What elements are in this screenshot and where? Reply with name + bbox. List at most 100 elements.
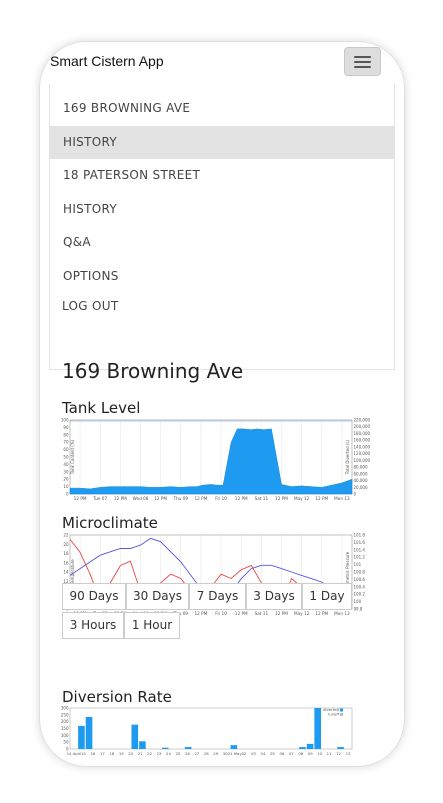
- x-tick-label: 27: [194, 751, 199, 756]
- range-30-days-button[interactable]: 30 Days: [126, 583, 189, 610]
- legend-swatch-diverted: [340, 708, 343, 712]
- diverted-bar: [337, 747, 344, 749]
- x-tick-label: 07: [289, 751, 294, 756]
- diverted-bar: [230, 745, 238, 749]
- diverted-bar: [299, 747, 306, 749]
- x-tick-label: 06: [279, 751, 284, 756]
- menu-item-options[interactable]: OPTIONS: [50, 260, 394, 293]
- navbar: Smart Cistern App: [40, 42, 404, 84]
- x-tick-label: 03: [251, 751, 256, 756]
- y2-tick-label: 101: [354, 562, 362, 567]
- y2-tick-label: 101.2: [354, 555, 366, 560]
- menu-item-18-paterson-street[interactable]: 18 PATERSON STREET: [50, 159, 394, 192]
- x-tick-label: 12 PM: [195, 611, 208, 616]
- x-tick-label: May 12: [294, 611, 310, 616]
- y-tick-label: 0: [66, 492, 69, 497]
- y2-tick-label: 140,000: [354, 444, 371, 449]
- menu-item-169-browning-ave[interactable]: 169 BROWNING AVE: [50, 92, 394, 125]
- x-tick-label: 11: [327, 751, 332, 756]
- x-tick-label: 05: [270, 751, 275, 756]
- range-1-day-button[interactable]: 1 Day: [302, 583, 352, 610]
- y-tick-label: 50: [63, 740, 69, 745]
- tank-level-title: Tank Level: [62, 399, 141, 417]
- x-tick-label: Mon 13: [334, 496, 350, 501]
- diversion-rate-title: Diversion Rate: [62, 688, 172, 706]
- x-tick-label: 26: [185, 751, 190, 756]
- diverted-bar: [131, 724, 139, 749]
- y-tick-label: 200: [61, 719, 69, 724]
- diversion-rate-chart: 0 50 100 150 200 250 300 14 April 15 16 17 18 19 20 21…: [60, 705, 376, 763]
- range-3-hours-button[interactable]: 3 Hours: [62, 612, 124, 639]
- x-tick-label: 12 PM: [154, 496, 167, 501]
- app-title[interactable]: Smart Cistern App: [50, 53, 164, 69]
- tank-level-chart: 12 PM Tue 07 12 PM Wed 08 12 PM Thu 09 12 PM Fr…: [60, 416, 376, 506]
- y2-tick-label: 220,000: [354, 418, 371, 423]
- x-tick-label: 12 PM: [195, 496, 208, 501]
- x-tick-label: 15: [81, 751, 86, 756]
- range-90-days-button[interactable]: 90 Days: [62, 583, 126, 610]
- x-tick-label: 01 May: [228, 751, 243, 756]
- x-tick-label: 10: [317, 751, 322, 756]
- x-tick-label: Sat 11: [255, 496, 269, 501]
- y2-tick-label: 60,000: [354, 471, 368, 476]
- y-tick-label: 18: [63, 551, 69, 556]
- diverted-bar: [306, 743, 314, 749]
- y2-tick-label: 99.8: [354, 607, 363, 612]
- x-tick-label: 12 PM: [114, 496, 127, 501]
- page-title: 169 Browning Ave: [62, 359, 244, 383]
- menu-item-history-2[interactable]: HISTORY: [50, 193, 394, 226]
- menu-item-log-out[interactable]: LOG OUT: [50, 290, 394, 323]
- x-tick-label: Sat 11: [255, 611, 269, 616]
- y-tick-label: 30: [63, 469, 69, 474]
- x-tick-label: 19: [119, 751, 124, 756]
- x-tick-label: 09: [308, 751, 313, 756]
- x-tick-label: 18: [109, 751, 114, 756]
- legend-swatch-runoff: [340, 713, 343, 716]
- y-tick-label: 150: [61, 726, 69, 731]
- range-3-days-button[interactable]: 3 Days: [246, 583, 302, 610]
- x-tick-label: Fri 10: [215, 496, 227, 501]
- x-tick-label: 12 PM: [315, 611, 328, 616]
- diverted-bar: [78, 725, 85, 749]
- y-tick-label: 22: [63, 533, 69, 538]
- x-tick-label: Tue 07: [92, 496, 107, 501]
- y2-tick-label: 100.6: [354, 577, 366, 582]
- y2-tick-label: 200,000: [354, 424, 371, 429]
- menu-item-qa[interactable]: Q&A: [50, 226, 394, 259]
- diverted-bar: [85, 716, 93, 749]
- y2-tick-label: 101.4: [354, 547, 366, 552]
- y-tick-label: 50: [63, 455, 69, 460]
- x-tick-label: 24: [166, 751, 171, 756]
- menu-toggle-button[interactable]: [344, 47, 381, 76]
- y-axis-label: Tank Content (%): [70, 439, 75, 475]
- x-tick-label: 17: [100, 751, 105, 756]
- y2-tick-label: 100: [354, 599, 362, 604]
- y-tick-label: 70: [63, 440, 69, 445]
- y-tick-label: 250: [61, 712, 69, 717]
- x-tick-label: 12: [336, 751, 341, 756]
- hamburger-icon: [354, 55, 371, 58]
- x-tick-label: 13: [346, 751, 351, 756]
- x-tick-label: May 12: [294, 496, 310, 501]
- y-tick-label: 80: [63, 432, 69, 437]
- y2-tick-label: 0: [354, 492, 357, 497]
- menu-item-history-1[interactable]: HISTORY: [50, 126, 394, 159]
- range-1-hour-button[interactable]: 1 Hour: [124, 612, 180, 639]
- x-tick-label: Fri 10: [215, 611, 227, 616]
- phone-frame: Smart Cistern App 169 BROWNING AVE HISTO…: [40, 42, 404, 766]
- y2-tick-label: 100.8: [354, 570, 366, 575]
- y2-tick-label: 20,000: [354, 485, 368, 490]
- x-tick-label: 14 April: [67, 751, 82, 756]
- y2-axis-label: Total Diverted (L): [345, 439, 350, 475]
- y-tick-label: 60: [63, 447, 69, 452]
- y-tick-label: 300: [61, 706, 69, 711]
- y2-tick-label: 101.6: [354, 540, 366, 545]
- y2-tick-label: 100.2: [354, 592, 366, 597]
- x-tick-label: 20: [128, 751, 133, 756]
- diverted-bar: [184, 747, 192, 749]
- x-tick-label: 12 PM: [74, 496, 87, 501]
- nav-menu: 169 BROWNING AVE HISTORY 18 PATERSON STR…: [49, 84, 395, 370]
- y2-tick-label: 120,000: [354, 451, 371, 456]
- range-7-days-button[interactable]: 7 Days: [189, 583, 246, 610]
- y2-tick-label: 180,000: [354, 431, 371, 436]
